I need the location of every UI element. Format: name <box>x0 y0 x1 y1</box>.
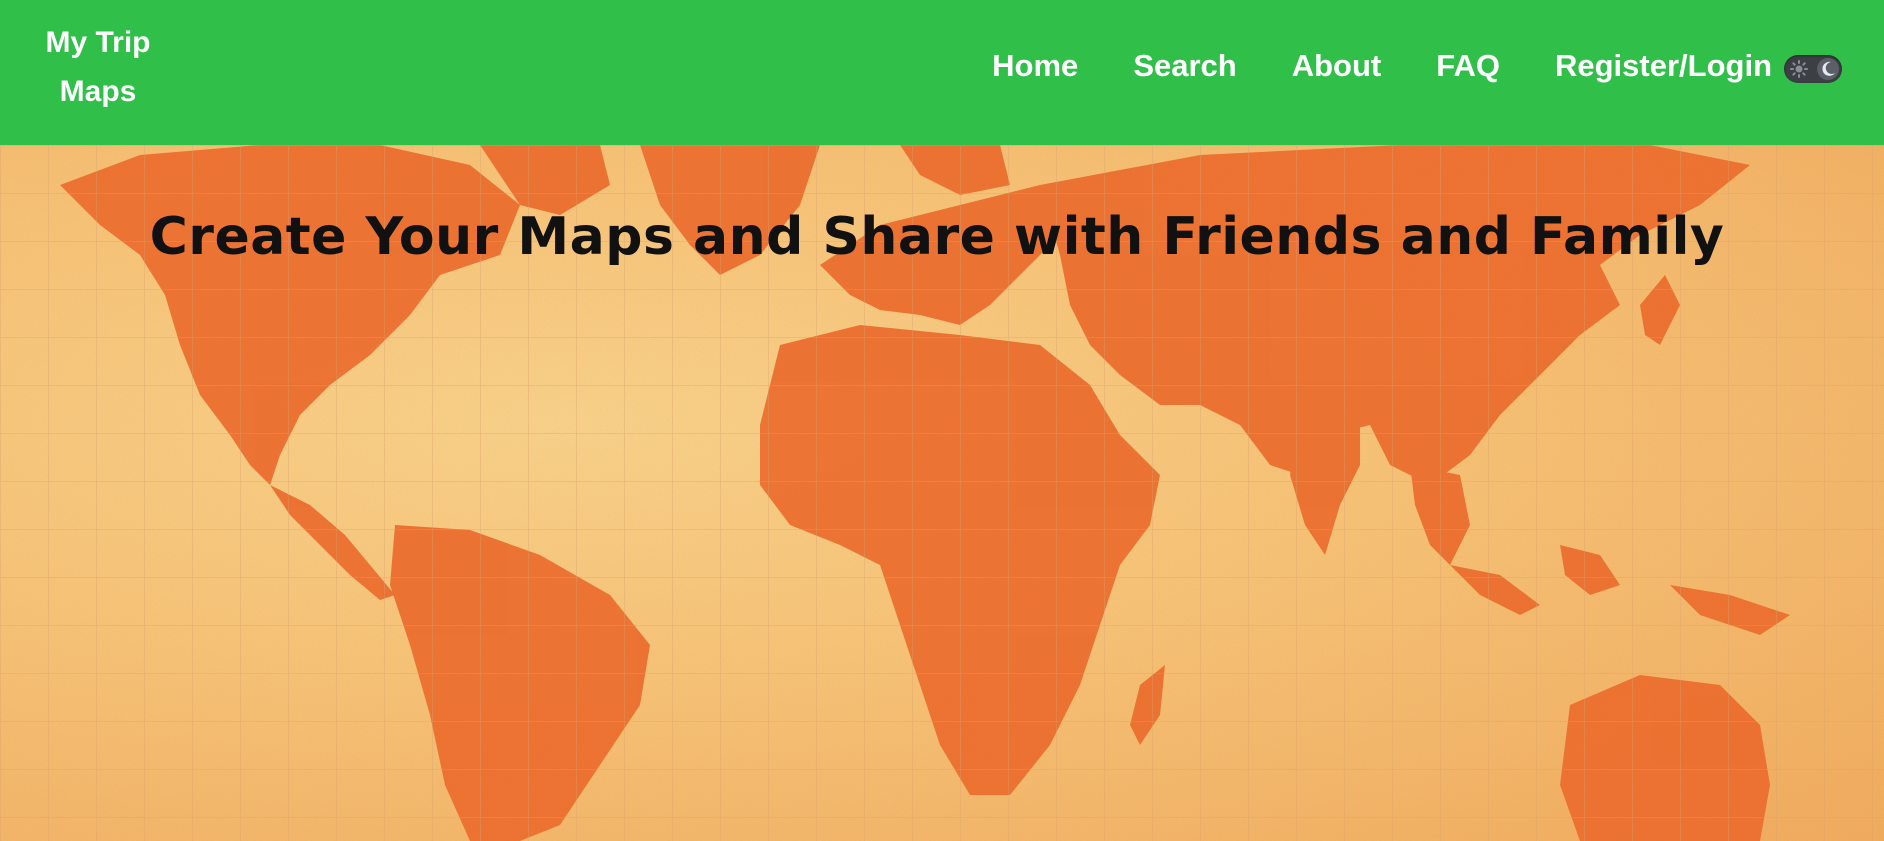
nav-home-link[interactable]: Home <box>992 48 1078 84</box>
sun-icon <box>1790 60 1808 78</box>
hero-map-banner: Create Your Maps and Share with Friends … <box>0 145 1884 841</box>
moon-icon <box>1822 61 1835 76</box>
brand-line-2: Maps <box>59 75 137 108</box>
nav-about-link[interactable]: About <box>1292 48 1382 84</box>
nav-faq-link[interactable]: FAQ <box>1436 48 1500 84</box>
navbar: My Trip Maps Home Search About FAQ Regis… <box>0 0 1884 145</box>
hero-title-text: Create Your Maps and Share with Friends … <box>149 207 1725 267</box>
brand-line-1: My Trip <box>45 26 151 59</box>
hero-title: Create Your Maps and Share with Friends … <box>0 207 1884 267</box>
nav-register-login-link[interactable]: Register/Login <box>1555 48 1772 84</box>
main-nav: Home Search About FAQ Register/Login <box>992 40 1772 92</box>
nav-search-link[interactable]: Search <box>1133 48 1236 84</box>
brand-logo-link[interactable]: My Trip Maps <box>18 18 178 116</box>
theme-toggle[interactable] <box>1784 55 1842 83</box>
